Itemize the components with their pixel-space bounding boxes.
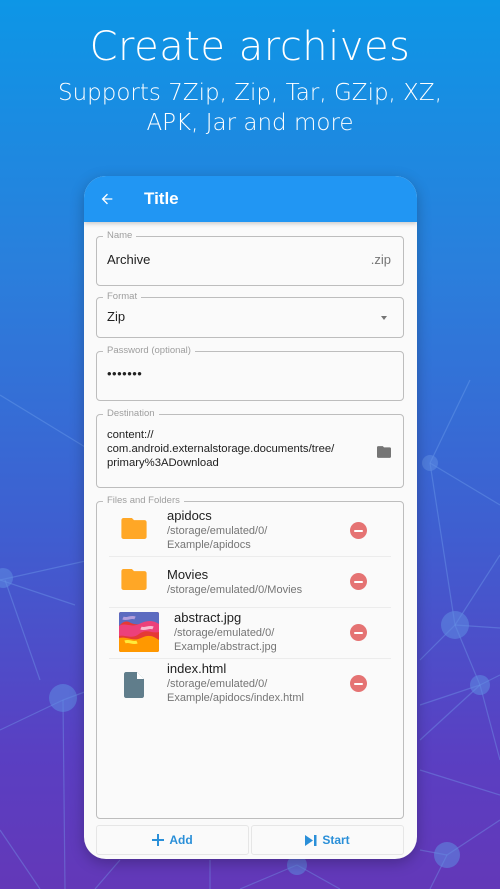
destination-field[interactable]: Destination content:// com.android.exter…: [96, 408, 404, 488]
format-label: Format: [103, 291, 142, 303]
start-button[interactable]: Start: [251, 825, 404, 855]
destination-value: content:// com.android.externalstorage.d…: [107, 429, 335, 469]
list-item[interactable]: abstract.jpg /storage/emulated/0/ Exampl…: [109, 608, 391, 659]
remove-circle-icon[interactable]: [350, 675, 367, 692]
list-item[interactable]: index.html /storage/emulated/0/ Example/…: [109, 659, 391, 710]
file-icon: [124, 672, 144, 703]
name-input[interactable]: Archive: [107, 252, 150, 267]
headline-subtitle-2: APK, Jar and more: [146, 110, 354, 136]
file-path: /storage/emulated/0/ Example/apidocs/ind…: [167, 678, 304, 704]
arrow-back-icon: [101, 193, 113, 205]
folder-icon: [377, 446, 391, 458]
name-suffix: .zip: [370, 252, 391, 267]
files-and-folders-list: Files and Folders apidocs /storage/emula…: [96, 495, 404, 819]
file-name: index.html: [167, 661, 227, 676]
file-name: apidocs: [167, 508, 212, 523]
password-field[interactable]: Password (optional) •••••••: [96, 345, 404, 401]
name-field[interactable]: Name Archive .zip: [96, 230, 404, 286]
action-bar: Add Start: [96, 825, 404, 855]
file-name: Movies: [167, 567, 209, 582]
image-thumbnail: [119, 612, 159, 652]
skip-next-icon: [305, 834, 317, 846]
headline-subtitle: Supports 7Zip, Zip, Tar, GZip, XZ,: [57, 80, 442, 106]
format-select[interactable]: Format Zip: [96, 291, 404, 338]
file-path: /storage/emulated/0/Movies: [167, 584, 303, 596]
headline-title: Create archives: [89, 24, 411, 70]
remove-circle-icon[interactable]: [350, 522, 367, 539]
page-title: Title: [144, 189, 179, 208]
list-item[interactable]: Movies /storage/emulated/0/Movies: [109, 557, 391, 608]
folder-picker-button[interactable]: [377, 445, 391, 463]
password-label: Password (optional): [103, 345, 195, 357]
list-item[interactable]: apidocs /storage/emulated/0/ Example/api…: [109, 506, 391, 557]
remove-circle-icon[interactable]: [350, 573, 367, 590]
file-name: abstract.jpg: [174, 610, 242, 625]
app-bar: Title: [84, 176, 417, 222]
folder-icon: [121, 569, 147, 595]
remove-circle-icon[interactable]: [350, 624, 367, 641]
add-button[interactable]: Add: [96, 825, 249, 855]
add-button-label: Add: [169, 833, 193, 847]
plus-icon: [152, 834, 165, 846]
file-path: /storage/emulated/0/ Example/abstract.jp…: [174, 627, 277, 653]
folder-icon: [121, 518, 147, 544]
name-label: Name: [103, 230, 137, 242]
format-value: Zip: [107, 309, 126, 324]
password-input[interactable]: •••••••: [107, 366, 142, 381]
start-button-label: Start: [322, 833, 350, 847]
dropdown-arrow-icon: [381, 316, 387, 320]
back-button[interactable]: [84, 191, 128, 207]
phone-screen: Title Name Archive .zip Format Zip Passw…: [84, 176, 417, 859]
destination-label: Destination: [103, 408, 159, 420]
file-path: /storage/emulated/0/ Example/apidocs: [167, 525, 268, 551]
